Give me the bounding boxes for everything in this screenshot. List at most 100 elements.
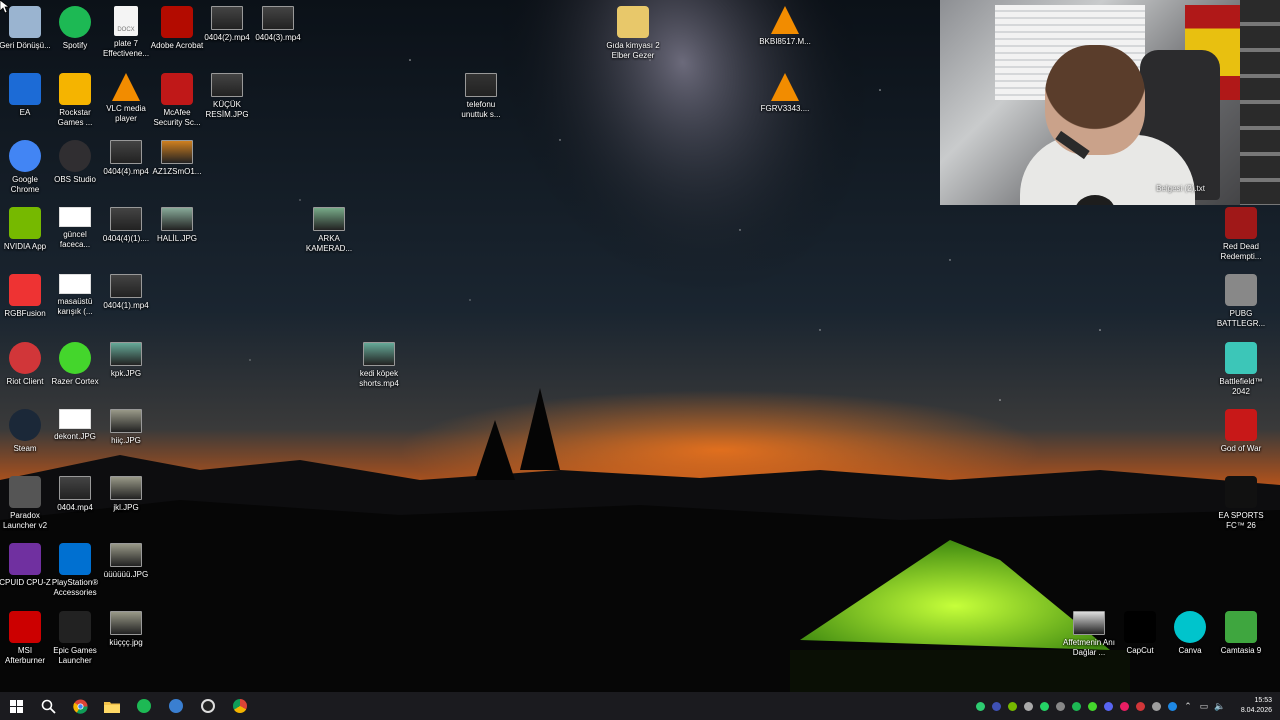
image-thumbnail-icon	[161, 140, 193, 164]
desktop-shortcut-label: RGBFusion	[4, 309, 46, 318]
network-icon[interactable]: ▭	[1197, 699, 1211, 713]
taskbar-spotify-icon[interactable]	[128, 692, 160, 720]
tray-app-icon[interactable]	[1021, 699, 1035, 713]
desktop-shortcut[interactable]: kedi köpek shorts.mp4	[354, 342, 404, 389]
desktop-shortcut-label: Epic Games Launcher	[53, 646, 97, 665]
desktop-shortcut[interactable]: OBS Studio	[50, 140, 100, 185]
desktop-shortcut[interactable]: MSI Afterburner	[0, 611, 50, 666]
bluetooth-icon[interactable]	[1165, 699, 1179, 713]
desktop-shortcut[interactable]: Gıda kimyası 2 Elber Gezer	[606, 6, 660, 61]
desktop-shortcut[interactable]: ARKA KAMERAD...	[304, 207, 354, 254]
taskbar-chrome-profile-icon[interactable]	[224, 692, 256, 720]
desktop-shortcut[interactable]: üüüüüü.JPG	[101, 543, 151, 580]
desktop-shortcut[interactable]: dekont.JPG	[50, 409, 100, 442]
desktop-shortcut[interactable]: Rockstar Games ...	[50, 73, 100, 128]
windows-start-icon[interactable]	[0, 692, 32, 720]
desktop-shortcut[interactable]: 0404(3).mp4	[253, 6, 303, 43]
desktop-shortcut-label: hiiç.JPG	[111, 436, 141, 445]
desktop-shortcut[interactable]: telefonu unuttuk s...	[456, 73, 506, 120]
desktop-shortcut[interactable]: EA SPORTS FC™ 26	[1216, 476, 1266, 531]
desktop-shortcut-label: 0404.mp4	[57, 503, 93, 512]
desktop-shortcut[interactable]: Epic Games Launcher	[50, 611, 100, 666]
desktop-shortcut[interactable]: McAfee Security Sc...	[152, 73, 202, 128]
taskbar-chrome-icon[interactable]	[64, 692, 96, 720]
tray-app-icon[interactable]	[1101, 699, 1115, 713]
desktop-shortcut-label: KÜÇÜK RESİM.JPG	[205, 100, 249, 119]
rdr-icon	[1225, 207, 1257, 239]
video-thumbnail-icon	[110, 274, 142, 298]
vlc-icon	[771, 73, 799, 101]
tray-app-icon[interactable]	[973, 699, 987, 713]
desktop-shortcut[interactable]: BKBI8517.M...	[759, 6, 811, 47]
desktop-shortcut[interactable]: HALİL.JPG	[152, 207, 202, 244]
taskbar-steam-icon[interactable]	[160, 692, 192, 720]
desktop-shortcut[interactable]: masaüstü karışık (...	[50, 274, 100, 317]
desktop-shortcut[interactable]: güncel faceca...	[50, 207, 100, 250]
desktop-shortcut[interactable]: Razer Cortex	[50, 342, 100, 387]
desktop-shortcut[interactable]: 0404(4).mp4	[101, 140, 151, 177]
tray-app-icon[interactable]	[1053, 699, 1067, 713]
system-tray: ⌃ ▭ 🔈 15:53 8.04.2026	[972, 692, 1280, 720]
volume-icon[interactable]: 🔈	[1213, 699, 1227, 713]
desktop-shortcut-label: Google Chrome	[10, 175, 40, 194]
image-thumbnail-icon	[211, 73, 243, 97]
desktop-shortcut[interactable]: NVIDIA App	[0, 207, 50, 252]
desktop-shortcut[interactable]: Spotify	[50, 6, 100, 51]
desktop-shortcut[interactable]: Steam	[0, 409, 50, 454]
desktop-shortcut[interactable]: AZ1ZSmO1...	[152, 140, 202, 177]
clock[interactable]: 15:53 8.04.2026	[1228, 696, 1272, 716]
tray-app-icon[interactable]	[1037, 699, 1051, 713]
tray-app-icon[interactable]	[989, 699, 1003, 713]
desktop-shortcut[interactable]: 0404(1).mp4	[101, 274, 151, 311]
desktop-shortcut[interactable]: DOCX plate 7 Effectivene...	[101, 6, 151, 59]
desktop-shortcut[interactable]: 0404(4)(1)....	[101, 207, 151, 244]
file-explorer-icon[interactable]	[96, 692, 128, 720]
ea-icon	[9, 73, 41, 105]
desktop-shortcut[interactable]: Adobe Acrobat	[151, 6, 203, 51]
desktop-shortcut[interactable]: 0404(2).mp4	[202, 6, 252, 43]
desktop-shortcut[interactable]: KÜÇÜK RESİM.JPG	[202, 73, 252, 120]
clock-time: 15:53	[1254, 697, 1272, 704]
image-thumbnail-icon	[161, 207, 193, 231]
video-thumbnail-icon	[211, 6, 243, 30]
desktop-shortcut[interactable]: Red Dead Redempti...	[1216, 207, 1266, 262]
desktop-shortcut[interactable]: Camtasia 9	[1216, 611, 1266, 656]
tray-app-icon[interactable]	[1005, 699, 1019, 713]
desktop-shortcut[interactable]: FGRV3343....	[760, 73, 810, 114]
desktop-shortcut[interactable]: Canva	[1165, 611, 1215, 656]
desktop-shortcut[interactable]: God of War	[1216, 409, 1266, 454]
desktop-shortcut[interactable]: küççç.jpg	[101, 611, 151, 648]
desktop-shortcut[interactable]: Riot Client	[0, 342, 50, 387]
desktop-shortcut[interactable]: CPUID CPU-Z	[0, 543, 51, 588]
image-thumbnail-icon	[110, 476, 142, 500]
video-thumbnail-icon	[110, 207, 142, 231]
desktop-shortcut[interactable]: Google Chrome	[0, 140, 50, 195]
desktop-shortcut-label: jkl.JPG	[113, 503, 139, 512]
tray-app-icon[interactable]	[1149, 699, 1163, 713]
chevron-up-icon[interactable]: ⌃	[1181, 699, 1195, 713]
desktop-shortcut[interactable]: Battlefield™ 2042	[1216, 342, 1266, 397]
desktop-shortcut[interactable]: 0404.mp4	[50, 476, 100, 513]
desktop-shortcut[interactable]: jkl.JPG	[101, 476, 151, 513]
shelf	[1240, 0, 1280, 205]
desktop-shortcut[interactable]: EA	[0, 73, 50, 118]
tray-app-icon[interactable]	[1069, 699, 1083, 713]
taskbar-obs-icon[interactable]	[192, 692, 224, 720]
desktop-shortcut-label: Camtasia 9	[1220, 646, 1262, 655]
tray-app-icon[interactable]	[1117, 699, 1131, 713]
search-icon[interactable]	[32, 692, 64, 720]
desktop-shortcut[interactable]: CapCut	[1115, 611, 1165, 656]
desktop-shortcut[interactable]: hiiç.JPG	[101, 409, 151, 446]
desktop-shortcut[interactable]: RGBFusion	[0, 274, 50, 319]
desktop-shortcut[interactable]: VLC media player	[101, 73, 151, 124]
desktop-shortcut[interactable]: PUBG BATTLEGR...	[1216, 274, 1266, 329]
desktop-shortcut[interactable]: Paradox Launcher v2	[0, 476, 50, 531]
desktop-shortcut[interactable]: kpk.JPG	[101, 342, 151, 379]
desktop-shortcut[interactable]: Affetmenin Anı Dağlar ...	[1063, 611, 1115, 658]
desktop-shortcut[interactable]: PlayStation® Accessories	[50, 543, 100, 598]
desktop-shortcut-label: McAfee Security Sc...	[153, 108, 201, 127]
tray-app-icon[interactable]	[1133, 699, 1147, 713]
tray-app-icon[interactable]	[1085, 699, 1099, 713]
video-thumbnail-icon	[110, 140, 142, 164]
capcut-icon	[1124, 611, 1156, 643]
